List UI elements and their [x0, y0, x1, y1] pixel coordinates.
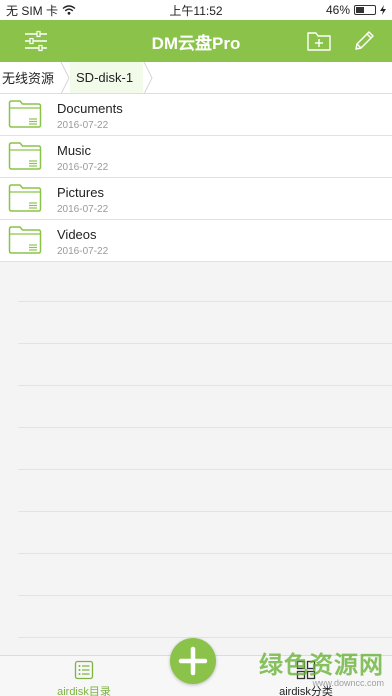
edit-pencil-icon[interactable]: [352, 29, 378, 53]
tab-label: airdisk分类: [279, 686, 333, 696]
breadcrumb: 无线资源 SD-disk-1: [0, 61, 392, 94]
file-date: 2016-07-22: [57, 120, 109, 131]
list-item[interactable]: Pictures 2016-07-22: [0, 178, 392, 220]
add-button[interactable]: [170, 638, 216, 684]
list-icon: [74, 660, 94, 680]
folder-icon: [8, 100, 42, 128]
list-item[interactable]: Music 2016-07-22: [0, 136, 392, 178]
breadcrumb-item-root[interactable]: 无线资源: [0, 62, 60, 93]
plus-icon: [178, 646, 208, 676]
file-name: Videos: [57, 227, 97, 242]
breadcrumb-label: 无线资源: [2, 71, 55, 86]
battery-fill: [356, 7, 364, 13]
list-divider: [18, 554, 392, 596]
file-date: 2016-07-22: [57, 204, 109, 215]
list-divider: [18, 470, 392, 512]
grid-icon: [296, 660, 316, 680]
empty-list-area: [18, 260, 392, 638]
file-date: 2016-07-22: [57, 162, 109, 173]
tab-label: airdisk目录: [57, 686, 111, 696]
list-divider: [18, 596, 392, 638]
breadcrumb-item-current[interactable]: SD-disk-1: [70, 62, 144, 93]
carrier-label: 无 SIM 卡: [6, 3, 59, 18]
charging-icon: [380, 5, 386, 15]
list-divider: [18, 302, 392, 344]
clock: 上午11:52: [169, 3, 223, 18]
file-list: Documents 2016-07-22 Music 2016-07-22 Pi…: [0, 94, 392, 262]
new-folder-icon[interactable]: [306, 29, 332, 53]
navigation-bar: DM云盘Pro: [0, 20, 392, 62]
settings-sliders-icon[interactable]: [23, 29, 49, 53]
list-item[interactable]: Documents 2016-07-22: [0, 94, 392, 136]
list-divider: [18, 260, 392, 302]
breadcrumb-separator-icon: [143, 61, 153, 94]
folder-icon: [8, 184, 42, 212]
battery-icon: [354, 5, 376, 15]
tab-airdisk-category[interactable]: airdisk分类: [246, 656, 366, 696]
folder-icon: [8, 226, 42, 254]
breadcrumb-label: SD-disk-1: [76, 70, 134, 85]
list-divider: [18, 344, 392, 386]
file-date: 2016-07-22: [57, 246, 109, 257]
folder-icon: [8, 142, 42, 170]
file-name: Music: [57, 143, 91, 158]
battery-percent: 46%: [325, 3, 350, 17]
wifi-icon: [62, 5, 76, 15]
list-item[interactable]: Videos 2016-07-22: [0, 220, 392, 262]
breadcrumb-separator-icon: [60, 61, 70, 94]
tab-airdisk-directory[interactable]: airdisk目录: [24, 656, 144, 696]
list-divider: [18, 428, 392, 470]
file-name: Documents: [57, 101, 123, 116]
status-bar: 无 SIM 卡 上午11:52 46%: [0, 0, 392, 20]
list-divider: [18, 512, 392, 554]
list-divider: [18, 386, 392, 428]
file-name: Pictures: [57, 185, 104, 200]
page-title: DM云盘Pro: [151, 33, 241, 53]
